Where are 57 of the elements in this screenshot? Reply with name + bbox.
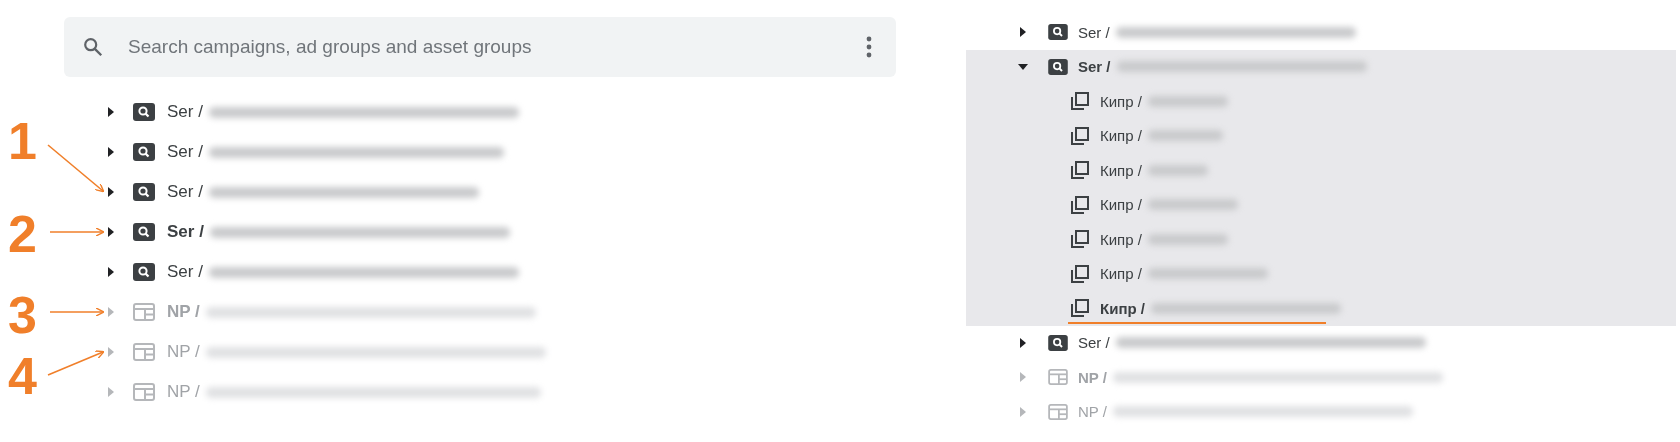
row-label[interactable]: Кипр / <box>1100 92 1142 110</box>
annotation-number: 2 <box>8 208 37 260</box>
stacked-squares-icon <box>1070 298 1090 319</box>
caret-icon[interactable] <box>1018 27 1028 38</box>
row-label[interactable]: Кипр / <box>1100 299 1145 317</box>
search-icon <box>133 103 155 121</box>
caret-icon[interactable] <box>1018 337 1028 348</box>
row-label[interactable]: Ser / <box>167 182 203 202</box>
search-icon <box>133 263 155 281</box>
search-icon <box>1048 58 1068 75</box>
row-label[interactable]: Кипр / <box>1100 265 1142 283</box>
search-bar[interactable]: Search campaigns, ad groups and asset groups <box>64 17 896 77</box>
search-icon <box>1048 334 1068 351</box>
layout-icon <box>133 303 155 321</box>
search-icon <box>1048 24 1068 41</box>
row-label[interactable]: Кипр / <box>1100 127 1142 145</box>
stacked-squares-icon <box>1070 160 1090 181</box>
search-icon <box>133 223 155 241</box>
annotation-arrow <box>49 227 105 237</box>
layout-icon <box>1048 369 1068 386</box>
row-label[interactable]: Ser / <box>167 142 203 162</box>
caret-icon[interactable] <box>1018 61 1028 72</box>
blurred-text <box>1147 164 1208 176</box>
layout-icon <box>133 343 155 361</box>
row-label[interactable]: Кипр / <box>1100 196 1142 214</box>
selected-group[interactable]: Ser / Кипр / Кипр / Кипр / Кипр / Кипр / Кипр / Кипр / <box>966 49 1676 326</box>
annotation-arrow <box>47 350 105 376</box>
layout-icon <box>1048 403 1068 420</box>
search-field[interactable]: Search campaigns, ad groups and asset groups <box>126 35 866 59</box>
stacked-squares-icon <box>1070 91 1090 112</box>
stacked-squares-icon <box>1070 125 1090 146</box>
caret-icon[interactable] <box>106 187 116 197</box>
annotation-number: 3 <box>8 289 37 341</box>
annotation-number: 1 <box>8 115 37 167</box>
row-label[interactable]: Ser / <box>167 102 203 122</box>
stacked-squares-icon <box>1070 263 1090 284</box>
caret-icon[interactable] <box>106 147 116 157</box>
annotation-arrow <box>49 307 105 317</box>
search-icon <box>133 183 155 201</box>
row-label[interactable]: Ser / <box>1078 23 1110 41</box>
stacked-squares-icon <box>1070 229 1090 250</box>
row-label[interactable]: Ser / <box>167 262 203 282</box>
row-label[interactable]: Ser / <box>1078 334 1110 352</box>
more-icon[interactable] <box>866 36 872 58</box>
caret-icon[interactable] <box>106 267 116 277</box>
caret-icon[interactable] <box>106 227 116 237</box>
search-icon <box>133 143 155 161</box>
row-label[interactable]: Ser / <box>167 222 204 242</box>
annotation-number: 4 <box>8 350 37 402</box>
row-label[interactable]: Кипр / <box>1100 230 1142 248</box>
row-label[interactable]: Кипр / <box>1100 161 1142 179</box>
layout-icon <box>133 383 155 401</box>
row-label[interactable]: Ser / <box>1078 58 1111 76</box>
stacked-squares-icon <box>1070 194 1090 215</box>
annotation-arrow <box>47 144 105 193</box>
caret-icon[interactable] <box>106 107 116 117</box>
search-icon <box>82 36 104 58</box>
